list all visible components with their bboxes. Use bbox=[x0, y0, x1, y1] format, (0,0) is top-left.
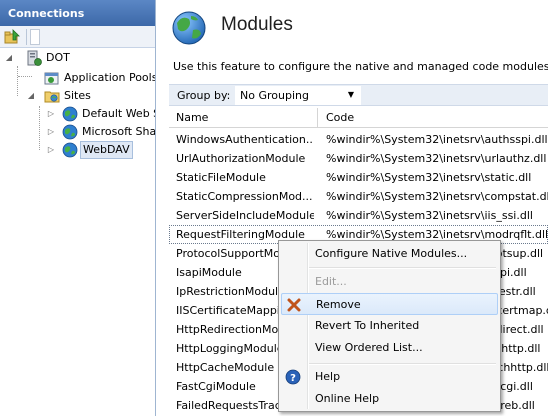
tree-item-label: WebDAV bbox=[80, 141, 133, 159]
tree-item-microsoft-sharepoint[interactable]: ▷ Microsoft SharePoint bbox=[0, 122, 156, 142]
globe-icon bbox=[62, 142, 78, 158]
tree-item-label: DOT bbox=[46, 51, 70, 64]
group-by-select[interactable]: No Grouping ▼ bbox=[235, 86, 361, 105]
toolbar-button[interactable] bbox=[30, 29, 40, 45]
menu-item-remove[interactable]: Remove bbox=[281, 293, 498, 315]
group-by-value: No Grouping bbox=[240, 89, 309, 102]
sites-folder-icon bbox=[44, 91, 60, 103]
tree-item-default-web-site[interactable]: ▷ Default Web Site bbox=[0, 104, 155, 124]
menu-item-label: Remove bbox=[316, 298, 361, 311]
menu-item-label: Edit... bbox=[315, 275, 347, 288]
connections-toolbar bbox=[0, 26, 155, 48]
module-name: WindowsAuthentication... bbox=[176, 133, 314, 146]
connect-icon[interactable] bbox=[4, 29, 20, 45]
toolbar-separator bbox=[26, 29, 27, 45]
expand-arrow-icon[interactable]: ▷ bbox=[46, 104, 56, 124]
module-code: %windir%\System32\inetsrv\authsspi.dll bbox=[326, 133, 548, 146]
module-code: %windir%\System32\inetsrv\static.dll bbox=[326, 171, 532, 184]
module-name: StaticFileModule bbox=[176, 171, 266, 184]
menu-item-label: Help bbox=[315, 370, 341, 383]
table-row[interactable]: ServerSideIncludeModule %windir%\System3… bbox=[169, 206, 548, 225]
context-menu: Configure Native Modules... Edit... Remo… bbox=[278, 240, 501, 412]
menu-item-revert-to-inherited[interactable]: Revert To Inherited bbox=[281, 315, 498, 337]
remove-x-icon bbox=[287, 298, 301, 312]
module-name: ServerSideIncludeModule bbox=[176, 209, 314, 222]
server-icon bbox=[27, 50, 42, 66]
module-code: %windir%\System32\inetsrv\urlauthz.dll bbox=[326, 152, 547, 165]
menu-item-view-ordered-list[interactable]: View Ordered List... bbox=[281, 337, 498, 359]
collapse-arrow-icon[interactable]: ◢ bbox=[4, 48, 14, 68]
table-row[interactable]: StaticFileModule %windir%\System32\inets… bbox=[169, 168, 548, 187]
tree-item-label: Microsoft SharePoint bbox=[82, 125, 156, 138]
globe-icon bbox=[62, 106, 78, 122]
column-header-name[interactable]: Name bbox=[169, 108, 318, 128]
dropdown-arrow-icon: ▼ bbox=[347, 90, 354, 99]
svg-text:?: ? bbox=[290, 373, 296, 384]
menu-item-help[interactable]: ? Help bbox=[281, 366, 498, 388]
connections-header: Connections bbox=[0, 0, 155, 26]
menu-item-configure-native-modules[interactable]: Configure Native Modules... bbox=[281, 243, 498, 265]
tree-item-label: Application Pools bbox=[64, 71, 156, 84]
collapse-arrow-icon[interactable]: ◢ bbox=[26, 86, 36, 106]
menu-item-label: Configure Native Modules... bbox=[315, 247, 468, 260]
app-pools-icon bbox=[44, 72, 59, 85]
help-icon: ? bbox=[285, 369, 301, 385]
menu-separator bbox=[309, 267, 496, 269]
connections-pane: Connections ◢ DOT Application Pools ◢ Si… bbox=[0, 0, 156, 416]
group-by-bar: Group by: No Grouping ▼ bbox=[169, 84, 548, 106]
expand-arrow-icon[interactable]: ▷ bbox=[46, 140, 56, 160]
menu-separator bbox=[309, 363, 496, 365]
menu-item-label: Revert To Inherited bbox=[315, 319, 420, 332]
menu-item-edit: Edit... bbox=[281, 271, 498, 293]
group-by-label: Group by: bbox=[177, 89, 231, 102]
module-name: UrlAuthorizationModule bbox=[176, 152, 306, 165]
menu-item-label: Online Help bbox=[315, 392, 380, 405]
table-row[interactable]: WindowsAuthentication... %windir%\System… bbox=[169, 130, 548, 149]
module-code: %windir%\System32\inetsrv\compstat.dll bbox=[326, 190, 548, 203]
column-header-code[interactable]: Code bbox=[319, 108, 548, 128]
table-row[interactable]: StaticCompressionMod... %windir%\System3… bbox=[169, 187, 548, 206]
page-title: Modules bbox=[221, 14, 293, 35]
tree-item-sites[interactable]: ◢ Sites bbox=[0, 86, 155, 106]
table-row[interactable]: UrlAuthorizationModule %windir%\System32… bbox=[169, 149, 548, 168]
tree-item-label: Default Web Site bbox=[82, 107, 155, 120]
globe-icon bbox=[62, 124, 78, 140]
menu-item-online-help[interactable]: Online Help bbox=[281, 388, 498, 410]
page-description: Use this feature to configure the native… bbox=[173, 60, 548, 73]
tree-item-label: Sites bbox=[64, 89, 91, 102]
grid-header: Name Code bbox=[169, 108, 548, 128]
module-code: %windir%\System32\inetsrv\iis_ssi.dll bbox=[326, 209, 533, 222]
tree-item-webdav[interactable]: ▷ WebDAV bbox=[0, 140, 155, 160]
tree-item-server[interactable]: ◢ DOT bbox=[0, 48, 155, 68]
modules-globe-icon bbox=[172, 11, 206, 45]
tree-item-application-pools[interactable]: Application Pools bbox=[0, 68, 156, 88]
module-name: StaticCompressionMod... bbox=[176, 190, 313, 203]
menu-item-label: View Ordered List... bbox=[315, 341, 423, 354]
expand-arrow-icon[interactable]: ▷ bbox=[46, 122, 56, 142]
